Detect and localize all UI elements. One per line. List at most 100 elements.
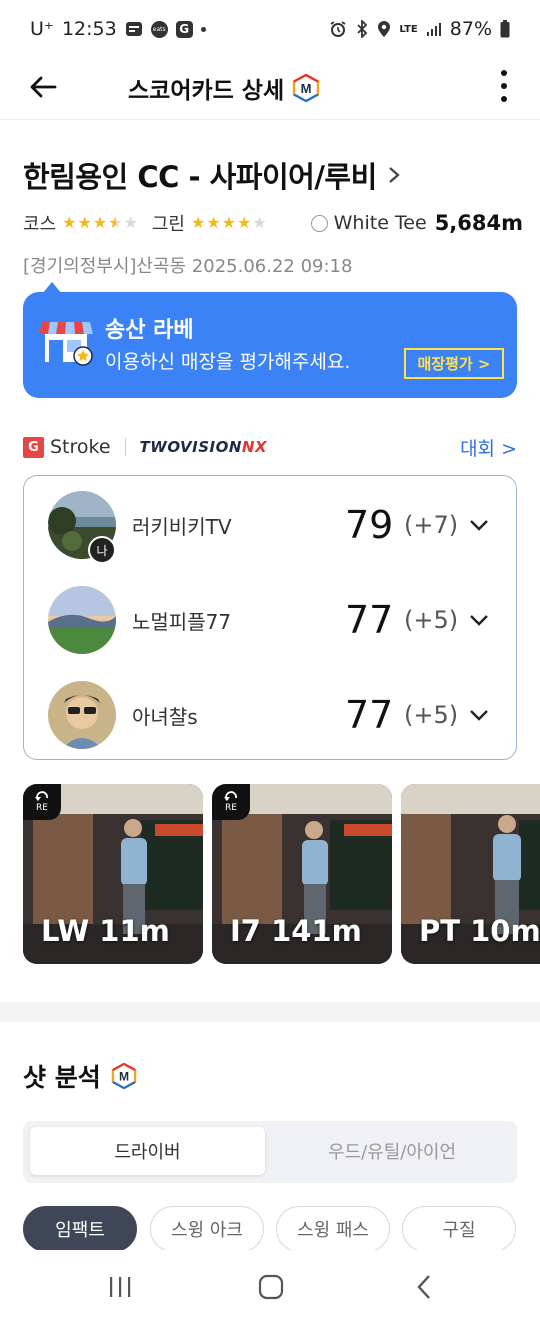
course-title-link[interactable]: 한림용인 CC - 사파이어/루비 (23, 154, 401, 196)
player-score: 77 (345, 598, 394, 642)
battery-percent: 87% (449, 18, 492, 40)
store-review-button[interactable]: 매장평가 > (404, 348, 504, 379)
analysis-chip-row: 임팩트 스윙 아크 스윙 패스 구질 (23, 1206, 540, 1250)
system-back-button[interactable] (404, 1272, 444, 1302)
replay-icon (224, 791, 237, 801)
store-icon (39, 322, 93, 366)
status-bar: U⁺ 12:53 eats G LTE 87% (0, 0, 540, 58)
player-name: 아녀챨s (132, 704, 198, 729)
shot-label: LW 11m (41, 914, 170, 948)
player-name: 러키비키TV (132, 514, 232, 539)
player-score: 79 (345, 503, 394, 547)
rating-row: 코스 ★ ★ ★ ★ ★ 그린 ★ ★ ★ ★ ★ White Tee 5,684m (23, 208, 523, 238)
player-row[interactable]: 노멀피플77 77 (+5) (24, 575, 518, 665)
app-header: 스코어카드 상세 M (0, 58, 540, 120)
green-rating-label: 그린 (151, 214, 185, 235)
star-full-icon: ★ (62, 213, 77, 232)
section-title: 샷 분석 (23, 1063, 101, 1092)
segment-wood-util-iron[interactable]: 우드/유틸/아이언 (273, 1127, 511, 1175)
player-name: 노멀피플77 (132, 609, 232, 634)
location-datetime: [경기의정부시]산곡동 2025.06.22 09:18 (23, 256, 353, 277)
replay-badge-label: RE (36, 803, 48, 813)
chip-ball-flight[interactable]: 구질 (402, 1206, 516, 1250)
store-review-banner[interactable]: 송산 라베 이용하신 매장을 평가해주세요. 매장평가 > (23, 292, 517, 398)
recent-apps-icon (110, 1277, 131, 1297)
brand-row: G Stroke TWOVISIONNX 대회 > (23, 432, 517, 462)
chevron-right-icon (389, 167, 400, 183)
player-row[interactable]: 나 러키비키TV 79 (+7) (24, 480, 518, 570)
replay-badge-label: RE (225, 803, 237, 813)
chevron-down-icon[interactable] (468, 514, 490, 536)
segment-driver[interactable]: 드라이버 (30, 1127, 265, 1175)
arrow-left-icon (30, 76, 57, 98)
player-scores-card: 나 러키비키TV 79 (+7) 노멀피플77 77 (+5) 아녀챨s 77 … (23, 475, 517, 760)
recent-apps-button[interactable] (100, 1272, 140, 1302)
chip-swing-path[interactable]: 스윙 패스 (276, 1206, 390, 1250)
home-icon (258, 1274, 284, 1300)
star-full-icon: ★ (221, 213, 236, 232)
replay-badge: RE (23, 784, 61, 820)
battery-icon (500, 20, 510, 38)
star-full-icon: ★ (92, 213, 108, 232)
m-badge-letter: M (301, 81, 312, 96)
shot-label: PT 10m (419, 914, 540, 948)
tee-name: White Tee (333, 212, 427, 234)
message-notification-icon (125, 21, 143, 37)
network-type: LTE (399, 23, 418, 35)
player-score-diff: (+5) (404, 606, 459, 634)
shot-video-card[interactable]: RE LW 11m (23, 784, 203, 964)
game-mode-label: Stroke (50, 436, 111, 458)
eats-notification-icon: eats (150, 20, 168, 38)
tee-info: White Tee 5,684m (310, 211, 523, 235)
more-dot-icon (501, 83, 507, 89)
more-options-button[interactable] (492, 66, 516, 106)
replay-icon (35, 791, 48, 801)
star-empty-icon: ★ (123, 213, 138, 232)
more-dot-icon (501, 70, 507, 76)
player-score-diff: (+5) (404, 701, 459, 729)
brand-divider (124, 438, 126, 456)
shot-video-card[interactable]: RE I7 141m (212, 784, 392, 964)
clock: 12:53 (61, 18, 117, 40)
player-score-diff: (+7) (404, 511, 459, 539)
bluetooth-icon (355, 20, 369, 38)
alarm-icon (329, 20, 347, 38)
back-button[interactable] (26, 70, 60, 104)
m-badge-letter: M (119, 1070, 129, 1084)
signal-icon (426, 21, 442, 37)
chip-impact[interactable]: 임팩트 (23, 1206, 137, 1250)
twovision-logo-main: TWOVISION (139, 438, 242, 456)
player-score: 77 (345, 693, 394, 737)
tournament-link[interactable]: 대회 > (460, 434, 517, 461)
shot-video-carousel[interactable]: RE LW 11m RE I7 141m PT 10m (23, 784, 540, 964)
club-segmented-control: 드라이버 우드/유틸/아이언 (23, 1121, 517, 1183)
more-notifications-dot (200, 26, 206, 32)
tee-color-indicator (310, 214, 328, 232)
promo-store-name: 송산 라베 (105, 318, 194, 343)
g-notification-icon: G (175, 20, 193, 38)
carrier-label: U⁺ (30, 18, 54, 40)
home-button[interactable] (251, 1272, 291, 1302)
player-row[interactable]: 아녀챨s 77 (+5) (24, 670, 518, 760)
m-brand-icon: M (111, 1063, 136, 1089)
section-divider (0, 1002, 540, 1022)
course-rating-stars: ★ ★ ★ ★ ★ (62, 215, 138, 231)
green-rating-stars: ★ ★ ★ ★ ★ (191, 215, 267, 231)
chip-swing-arc[interactable]: 스윙 아크 (150, 1206, 264, 1250)
system-nav-bar (0, 1250, 540, 1320)
chevron-down-icon[interactable] (468, 704, 490, 726)
more-dot-icon (501, 96, 507, 102)
me-badge: 나 (88, 536, 116, 564)
course-rating-label: 코스 (23, 214, 57, 235)
chevron-down-icon[interactable] (468, 609, 490, 631)
location-icon (377, 20, 391, 38)
shot-label: I7 141m (230, 914, 362, 948)
course-name: 한림용인 CC - 사파이어/루비 (23, 160, 377, 194)
page-title: 스코어카드 상세 (128, 78, 285, 104)
star-full-icon: ★ (206, 213, 221, 232)
star-empty-icon: ★ (252, 213, 267, 232)
tee-distance: 5,684m (434, 211, 523, 235)
system-back-icon (417, 1275, 430, 1299)
shot-analysis-header: 샷 분석 M (23, 1058, 137, 1094)
shot-video-card[interactable]: PT 10m (401, 784, 540, 964)
